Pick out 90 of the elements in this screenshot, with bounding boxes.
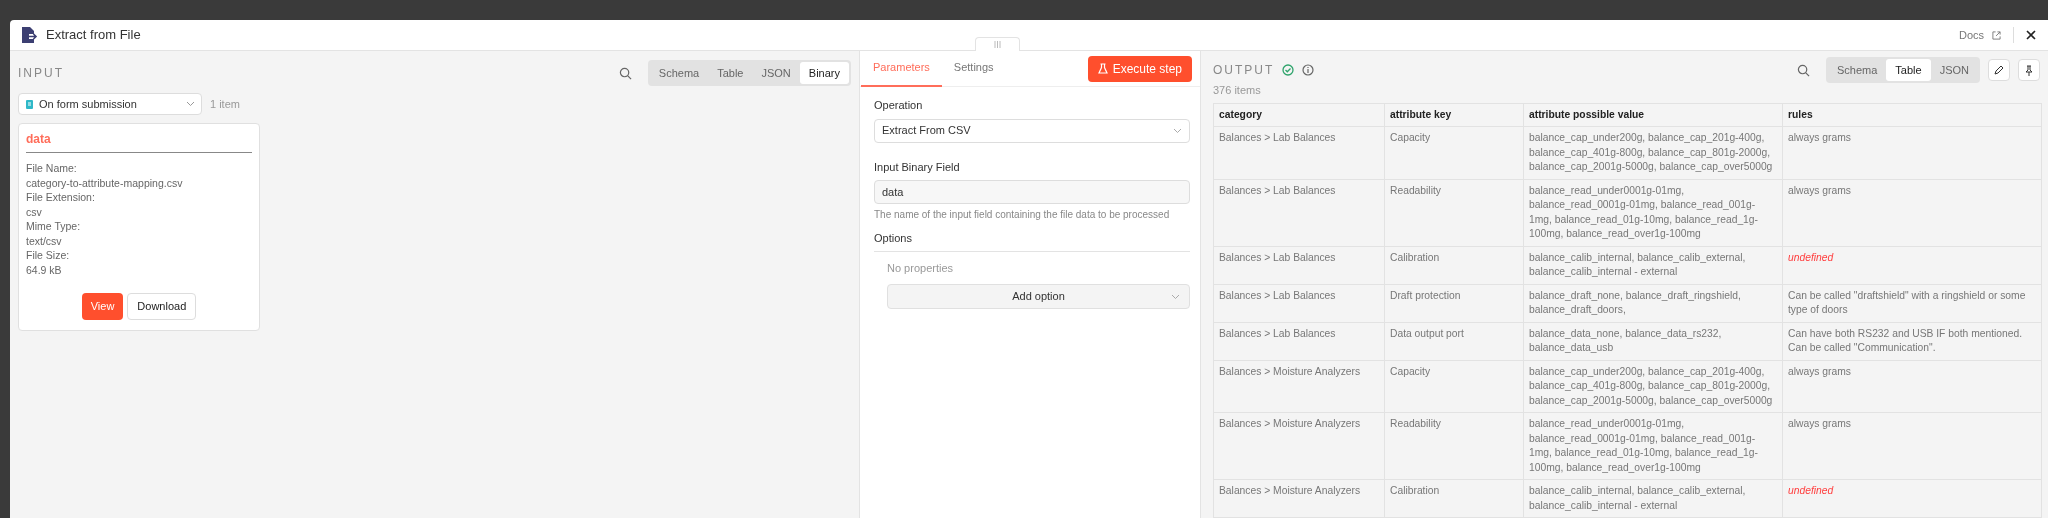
table-cell: Capacity — [1384, 360, 1524, 413]
pin-button[interactable] — [2018, 59, 2040, 81]
table-cell: always grams — [1782, 360, 2042, 413]
view-tab[interactable]: Binary — [799, 61, 849, 85]
table-cell: Balances > Lab Balances — [1213, 284, 1385, 322]
external-link-icon — [1992, 30, 2001, 40]
field-hint: The name of the input field containing the file data to be processed — [874, 208, 1171, 222]
field-label: File Name: — [26, 161, 78, 176]
field-value: category-to-attribute-mapping.csv — [26, 175, 184, 190]
table-cell: always grams — [1782, 412, 2042, 480]
item-count: 1 item — [210, 96, 240, 112]
table-cell: balance_read_under0001g-01mg, balance_read_0001g-01mg, balance_read_001g-1mg, balance_read_01g-10mg, balance_read_1g-100mg, balance_read_over1g-100mg — [1523, 412, 1783, 480]
file-extract-icon — [20, 26, 38, 44]
column-header: category — [1213, 103, 1385, 127]
table-cell: balance_calib_internal, balance_calib_external, balance_calib_internal - external — [1523, 479, 1783, 518]
success-check-icon — [1282, 64, 1295, 76]
table-cell: always grams — [1782, 126, 2042, 179]
table-cell: Calibration — [1384, 246, 1524, 284]
table-cell: Balances > Lab Balances — [1213, 322, 1385, 360]
table-cell: Balances > Moisture Analyzers — [1213, 479, 1385, 518]
column-header: attribute key — [1384, 103, 1524, 127]
add-option-button[interactable]: Add option — [887, 284, 1190, 309]
column-header: attribute possible value — [1523, 103, 1783, 127]
table-cell: undefined — [1782, 479, 2042, 518]
table-cell: balance_draft_none, balance_draft_ringshield, balance_draft_doors, — [1523, 284, 1783, 322]
empty-text: No properties — [886, 260, 955, 276]
table-cell: balance_cap_under200g, balance_cap_201g-400g, balance_cap_401g-800g, balance_cap_801g-2000g, balance_cap_2001g-5000g, balance_cap_over5000g — [1523, 360, 1783, 413]
field-value: 64.9 kB — [26, 262, 63, 277]
tab[interactable]: Settings — [941, 50, 1006, 87]
table-cell: balance_calib_internal, balance_calib_external, balance_calib_internal - external — [1523, 246, 1783, 284]
view-tab[interactable]: Schema — [649, 61, 709, 85]
close-icon[interactable] — [2026, 30, 2036, 40]
pencil-icon — [1994, 65, 2004, 75]
input-field[interactable]: data — [874, 180, 1190, 204]
table-cell: Can have both RS232 and USB IF both mentioned. Can be called "Communication". — [1782, 322, 2042, 360]
field-label: Operation — [874, 98, 924, 113]
table-cell: Draft protection — [1384, 284, 1524, 322]
item-count: 376 items — [1213, 83, 1262, 98]
form-icon — [25, 98, 35, 110]
field-label: File Extension: — [26, 190, 96, 205]
view-tab[interactable]: Schema — [1828, 58, 1887, 82]
docs-link[interactable]: Docs — [1958, 26, 1984, 44]
table-cell: balance_read_under0001g-01mg, balance_read_0001g-01mg, balance_read_001g-1mg, balance_read_01g-10mg, balance_read_1g-100mg, balance_read_over1g-100mg — [1523, 179, 1783, 246]
chevron-down-icon — [1173, 127, 1182, 134]
table-cell: Balances > Lab Balances — [1213, 246, 1385, 284]
table-cell: balance_cap_under200g, balance_cap_201g-400g, balance_cap_401g-800g, balance_cap_801g-2000g, balance_cap_2001g-5000g, balance_cap_over5000g — [1523, 126, 1783, 179]
info-icon[interactable] — [1302, 64, 1315, 76]
search-icon[interactable] — [1797, 63, 1810, 77]
section-label: Options — [874, 230, 1190, 252]
drag-handle[interactable] — [975, 37, 1020, 51]
panel-heading: OUTPUT — [1213, 62, 1275, 79]
panel-heading: INPUT — [18, 65, 64, 82]
table-cell: Can be called "draftshield" with a ringshield or some type of doors — [1782, 284, 2042, 322]
source-select[interactable]: On form submission — [18, 93, 202, 115]
column-header: rules — [1782, 103, 2042, 127]
table-cell: balance_data_none, balance_data_rs232, balance_data_usb — [1523, 322, 1783, 360]
field-value: csv — [26, 204, 43, 219]
window-title: Extract from File — [46, 26, 141, 45]
table-cell: undefined — [1782, 246, 2042, 284]
grip-icon — [994, 41, 1001, 48]
download-button[interactable]: Download — [127, 293, 197, 320]
execute-button[interactable]: Execute step — [1087, 55, 1192, 82]
field-label: Input Binary Field — [874, 159, 961, 175]
view-tab[interactable]: JSON — [1930, 58, 1978, 82]
operation-select[interactable]: Extract From CSV — [874, 118, 1190, 143]
table-cell: always grams — [1782, 179, 2042, 246]
tab[interactable]: Parameters — [861, 50, 942, 87]
pin-icon — [2024, 64, 2034, 76]
chevron-down-icon — [186, 101, 195, 107]
table-cell: Balances > Lab Balances — [1213, 179, 1385, 246]
table-cell: Readability — [1384, 412, 1524, 480]
field-label: File Size: — [26, 248, 71, 263]
binary-title: data — [26, 130, 252, 153]
view-tab[interactable]: Table — [1886, 58, 1931, 82]
table-cell: Capacity — [1384, 126, 1524, 179]
table-cell: Data output port — [1384, 322, 1524, 360]
flask-icon — [1097, 63, 1108, 74]
field-label: Mime Type: — [26, 219, 82, 234]
view-tab[interactable]: Table — [708, 61, 753, 85]
search-icon[interactable] — [618, 66, 632, 80]
table-cell: Balances > Moisture Analyzers — [1213, 412, 1385, 480]
table-cell: Calibration — [1384, 479, 1524, 518]
view-tab[interactable]: JSON — [752, 61, 800, 85]
table-cell: Balances > Moisture Analyzers — [1213, 360, 1385, 413]
table-cell: Readability — [1384, 179, 1524, 246]
table-cell: Balances > Lab Balances — [1213, 126, 1385, 179]
chevron-down-icon — [1171, 294, 1180, 300]
view-button[interactable]: View — [81, 293, 124, 320]
field-value: text/csv — [26, 233, 63, 248]
edit-button[interactable] — [1988, 59, 2010, 81]
